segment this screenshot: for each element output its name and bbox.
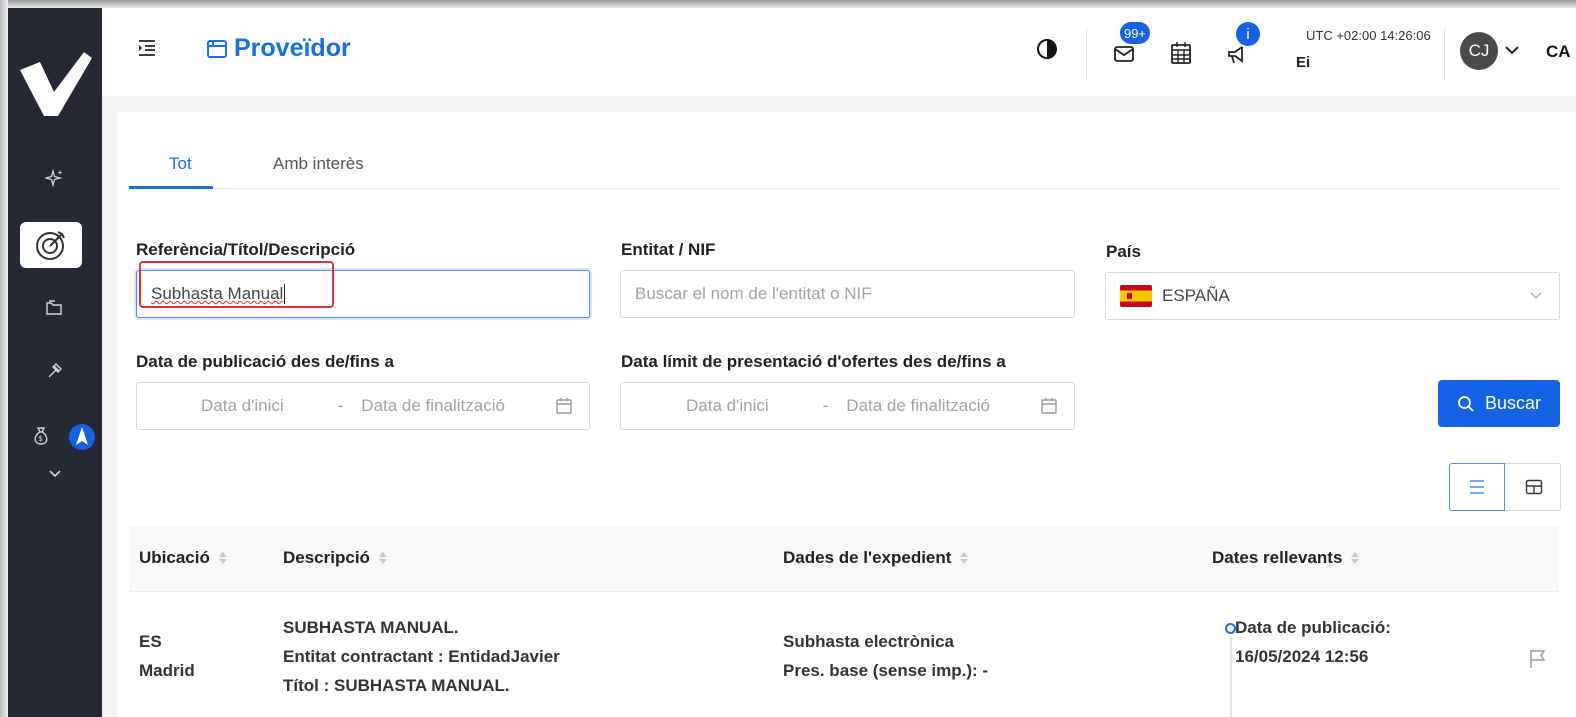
language-selector[interactable]: CA xyxy=(1546,42,1571,62)
deadline-range[interactable]: Data d'inici - Data de finalització xyxy=(620,382,1075,430)
app-logo xyxy=(20,52,92,116)
procedure-type: Subhasta electrònica xyxy=(783,632,955,651)
publication-date-value: 16/05/2024 12:56 xyxy=(1235,647,1369,666)
country-value: ESPAÑA xyxy=(1162,286,1230,305)
tab-interest[interactable]: Amb interès xyxy=(273,154,364,174)
column-location-label: Ubicació xyxy=(139,548,210,567)
column-description[interactable]: Descripció xyxy=(283,548,388,568)
column-description-label: Descripció xyxy=(283,548,370,567)
utc-clock: UTC +02:00 14:26:06 xyxy=(1306,28,1431,43)
file-data-cell: Subhasta electrònica Pres. base (sense i… xyxy=(783,627,988,685)
country-label: País xyxy=(1106,242,1141,261)
search-button[interactable]: Buscar xyxy=(1438,380,1560,427)
window-left-edge xyxy=(0,0,8,717)
chevron-down-icon[interactable] xyxy=(8,456,102,492)
table-icon xyxy=(1525,479,1543,495)
sort-icon xyxy=(378,552,387,564)
sort-icon xyxy=(218,552,227,564)
description-entity: Entitat contractant : EntidadJavier xyxy=(283,647,560,666)
header-divider xyxy=(1444,28,1445,80)
hammer-icon[interactable] xyxy=(8,352,102,388)
range-separator: - xyxy=(822,396,829,415)
top-header: Proveïdor 99+ i UTC +02:00 14:26:06 Ei C… xyxy=(102,8,1576,96)
main-content: Tot Amb interès Referència/Títol/Descrip… xyxy=(117,112,1576,717)
sort-icon xyxy=(960,552,969,564)
window-icon xyxy=(207,39,227,58)
search-button-label: Buscar xyxy=(1484,393,1542,413)
pub-date-range[interactable]: Data d'inici - Data de finalització xyxy=(136,382,590,430)
list-view-button[interactable] xyxy=(1449,463,1505,511)
page-title: Proveïdor xyxy=(206,34,351,63)
header-divider xyxy=(1086,28,1087,80)
location-country: ES xyxy=(139,632,162,651)
description-title[interactable]: SUBHASTA MANUAL. xyxy=(283,613,560,642)
search-icon xyxy=(1458,395,1474,412)
rocket-icon[interactable] xyxy=(68,422,96,452)
entity-input[interactable]: Buscar el nom de l'entitat o NIF xyxy=(620,270,1075,318)
base-budget: Pres. base (sense imp.): - xyxy=(783,661,989,680)
dates-cell: Data de publicació: 16/05/2024 12:56 xyxy=(1235,613,1391,671)
sparkles-icon[interactable] xyxy=(8,160,102,196)
page-title-text: Proveïdor xyxy=(234,34,351,62)
description-cell: SUBHASTA MANUAL. Entitat contractant : E… xyxy=(283,613,560,700)
deadline-start[interactable]: Data d'inici xyxy=(686,396,769,416)
table-header: Ubicació Descripció Dades de l'expedient… xyxy=(129,526,1559,592)
tab-bar: Tot Amb interès xyxy=(129,148,1559,189)
info-badge: i xyxy=(1234,20,1262,48)
country-select[interactable]: ESPAÑA xyxy=(1105,272,1560,320)
pub-date-end[interactable]: Data de finalització xyxy=(361,396,505,416)
active-tab-indicator xyxy=(129,186,213,189)
flag-icon[interactable] xyxy=(1529,649,1547,669)
calendar-icon[interactable] xyxy=(1040,397,1058,415)
entity-label: Entitat / NIF xyxy=(621,240,716,259)
timeline-line xyxy=(1230,637,1232,717)
column-dates[interactable]: Dates rellevants xyxy=(1212,548,1360,568)
pub-date-start[interactable]: Data d'inici xyxy=(201,396,284,416)
calendar-icon[interactable] xyxy=(555,397,573,415)
target-icon xyxy=(36,231,65,260)
range-separator: - xyxy=(337,396,344,415)
chevron-down-icon xyxy=(1530,292,1542,299)
column-dates-label: Dates rellevants xyxy=(1212,548,1343,567)
folder-icon[interactable] xyxy=(8,290,102,326)
sort-icon xyxy=(1351,552,1360,564)
user-name-short: Ei xyxy=(1296,54,1311,71)
column-file-data[interactable]: Dades de l'expedient xyxy=(783,548,969,568)
menu-fold-icon[interactable] xyxy=(138,40,156,56)
entity-input-placeholder: Buscar el nom de l'entitat o NIF xyxy=(635,284,872,303)
highlight-box xyxy=(139,261,334,308)
tab-all[interactable]: Tot xyxy=(169,154,192,174)
sidebar-item-targets[interactable] xyxy=(20,222,82,268)
user-menu-chevron-icon[interactable] xyxy=(1504,44,1520,56)
table-row[interactable]: ES Madrid SUBHASTA MANUAL. Entitat contr… xyxy=(129,593,1559,717)
notifications-badge: 99+ xyxy=(1118,20,1152,46)
deadline-label: Data límit de presentació d'ofertes des … xyxy=(621,352,1006,371)
calendar-icon[interactable] xyxy=(1168,40,1194,66)
reference-label: Referència/Títol/Descripció xyxy=(136,240,356,259)
contrast-toggle-icon[interactable] xyxy=(1034,36,1060,62)
spain-flag-icon xyxy=(1120,285,1152,307)
list-icon xyxy=(1470,480,1484,494)
user-avatar[interactable]: CJ xyxy=(1460,32,1498,70)
view-toggle xyxy=(1449,463,1561,511)
publication-date-label: Data de publicació: xyxy=(1235,618,1391,637)
description-title-line: Títol : SUBHASTA MANUAL. xyxy=(283,676,510,695)
column-file-data-label: Dades de l'expedient xyxy=(783,548,952,567)
location-city: Madrid xyxy=(139,661,195,680)
location-cell: ES Madrid xyxy=(139,627,195,685)
pub-date-label: Data de publicació des de/fins a xyxy=(136,352,394,371)
deadline-end[interactable]: Data de finalització xyxy=(846,396,990,416)
table-view-button[interactable] xyxy=(1506,464,1562,510)
sidebar: $ xyxy=(8,8,102,717)
window-top-edge xyxy=(0,0,1576,8)
column-location[interactable]: Ubicació xyxy=(139,548,228,568)
svg-text:$: $ xyxy=(38,434,43,443)
